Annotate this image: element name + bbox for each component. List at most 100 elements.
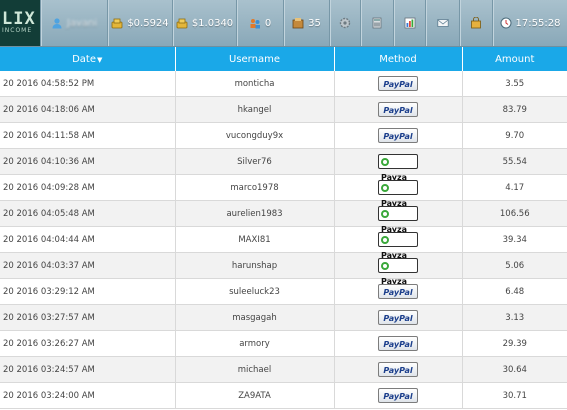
mail-button[interactable] — [425, 0, 459, 46]
cell-amount: 83.79 — [462, 96, 567, 123]
cell-date: 20 2016 04:04:44 AM — [0, 226, 176, 253]
logo-text: LIX — [2, 9, 36, 29]
cell-date: 20 2016 03:29:12 AM — [0, 278, 176, 305]
cell-method: PayPal — [334, 382, 463, 409]
settings-button[interactable] — [329, 0, 360, 46]
table-row: 20 2016 04:10:36 AM Silver76 Payza 55.54 — [0, 148, 567, 182]
paypal-logo-icon: PayPal — [378, 336, 418, 351]
table-row: 20 2016 04:11:58 AM vucongduy9x PayPal 9.70 — [0, 122, 567, 149]
cell-amount: 29.39 — [462, 330, 567, 357]
purchase-balance-button[interactable]: $1.0340 — [172, 0, 236, 46]
cell-method: PayPal — [334, 122, 463, 149]
cell-username: suleeluck23 — [175, 278, 335, 305]
server-clock: 17:55:28 — [492, 0, 567, 46]
cell-date: 20 2016 04:18:06 AM — [0, 96, 176, 123]
shop-icon — [470, 16, 482, 29]
stats-button[interactable] — [393, 0, 425, 46]
table-header-row: Date▼ Username Method Amount — [0, 47, 567, 71]
column-header-date-label: Date — [72, 53, 96, 65]
user-icon — [51, 17, 63, 29]
purchase-balance-value: $1.0340 — [191, 17, 234, 29]
table-row: 20 2016 04:04:44 AM MAXI81 Payza 39.34 — [0, 226, 567, 260]
paypal-logo-icon: PayPal — [378, 128, 418, 143]
referrals-button[interactable]: 0 — [236, 0, 283, 46]
username-label: Javani — [66, 17, 98, 29]
table-row: 20 2016 03:27:57 AM masgagah PayPal 3.13 — [0, 304, 567, 331]
money-bag-icon — [176, 17, 188, 29]
cell-method: PayPal — [334, 304, 463, 331]
cell-username: marco1978 — [175, 174, 335, 201]
table-row: 20 2016 04:03:37 AM harunshap Payza 5.06 — [0, 252, 567, 286]
cell-username: monticha — [175, 71, 335, 97]
table-row: 20 2016 04:58:52 PM monticha PayPal 3.55 — [0, 71, 567, 97]
clock-icon — [500, 17, 512, 29]
paypal-logo-icon: PayPal — [378, 310, 418, 325]
payza-ring-icon — [381, 262, 389, 270]
table-row: 20 2016 03:24:00 AM ZA9ATA PayPal 30.71 — [0, 382, 567, 409]
clock-value: 17:55:28 — [515, 17, 561, 29]
main-balance-value: $0.5924 — [127, 17, 169, 29]
referrals-icon — [249, 17, 261, 29]
money-bag-icon — [111, 17, 123, 29]
table-row: 20 2016 03:26:27 AM armory PayPal 29.39 — [0, 330, 567, 357]
cell-amount: 30.64 — [462, 356, 567, 383]
calculator-icon — [371, 17, 383, 29]
user-account-button[interactable]: Javani — [40, 0, 107, 46]
withdrawals-table: Date▼ Username Method Amount 20 2016 04:… — [0, 47, 567, 409]
sort-arrow-icon: ▼ — [97, 55, 103, 64]
table-row: 20 2016 03:24:57 AM michael PayPal 30.64 — [0, 356, 567, 383]
payza-logo-icon: Payza — [378, 258, 418, 286]
cell-date: 20 2016 03:24:00 AM — [0, 382, 176, 409]
cell-date: 20 2016 04:05:48 AM — [0, 200, 176, 227]
mail-icon — [436, 17, 449, 29]
column-header-method[interactable]: Method — [334, 47, 463, 71]
paypal-logo-icon: PayPal — [378, 388, 418, 403]
cell-username: michael — [175, 356, 335, 383]
messages-button[interactable]: 35 — [283, 0, 329, 46]
main-balance-button[interactable]: $0.5924 — [107, 0, 172, 46]
cell-amount: 106.56 — [462, 200, 567, 227]
payza-ring-icon — [381, 184, 389, 192]
column-header-username[interactable]: Username — [175, 47, 335, 71]
cell-amount: 3.55 — [462, 71, 567, 97]
payza-ring-icon — [381, 210, 389, 218]
cell-username: aurelien1983 — [175, 200, 335, 227]
site-logo[interactable]: LIX INCOME — [0, 0, 40, 46]
column-header-amount[interactable]: Amount — [462, 47, 567, 71]
table-row: 20 2016 04:09:28 AM marco1978 Payza 4.17 — [0, 174, 567, 208]
payza-ring-icon — [381, 158, 389, 166]
column-header-date[interactable]: Date▼ — [0, 47, 176, 71]
column-header-method-label: Method — [379, 53, 417, 65]
paypal-logo-icon: PayPal — [378, 362, 418, 377]
settings-icon — [339, 17, 351, 29]
payza-logo-icon: Payza — [378, 206, 418, 234]
table-row: 20 2016 04:18:06 AM hkangel PayPal 83.79 — [0, 96, 567, 123]
cell-date: 20 2016 04:03:37 AM — [0, 252, 176, 279]
shop-button[interactable] — [459, 0, 492, 46]
cell-amount: 39.34 — [462, 226, 567, 253]
banner-icon — [292, 17, 304, 29]
top-toolbar: LIX INCOME Javani $0.5924 $1.0340 0 35 1… — [0, 0, 567, 47]
table-row: 20 2016 04:05:48 AM aurelien1983 Payza 106.… — [0, 200, 567, 234]
cell-method: PayPal — [334, 71, 463, 97]
withdrawals-table-container: Date▼ Username Method Amount 20 2016 04:… — [0, 47, 567, 409]
cell-amount: 9.70 — [462, 122, 567, 149]
logo-subtext: INCOME — [2, 27, 33, 34]
cell-username: vucongduy9x — [175, 122, 335, 149]
cell-method: PayPal — [334, 356, 463, 383]
paypal-logo-icon: PayPal — [378, 76, 418, 91]
column-header-username-label: Username — [229, 53, 280, 65]
cell-username: armory — [175, 330, 335, 357]
messages-count: 35 — [308, 17, 321, 29]
column-header-amount-label: Amount — [495, 53, 535, 65]
cell-amount: 5.06 — [462, 252, 567, 279]
cell-date: 20 2016 03:26:27 AM — [0, 330, 176, 357]
payza-logo-icon: Payza — [378, 180, 418, 208]
cell-username: ZA9ATA — [175, 382, 335, 409]
cell-username: Silver76 — [175, 148, 335, 175]
cell-date: 20 2016 04:09:28 AM — [0, 174, 176, 201]
cell-method: PayPal — [334, 330, 463, 357]
cell-date: 20 2016 03:24:57 AM — [0, 356, 176, 383]
calculator-button[interactable] — [360, 0, 393, 46]
table-row: 20 2016 03:29:12 AM suleeluck23 PayPal 6.48 — [0, 278, 567, 305]
